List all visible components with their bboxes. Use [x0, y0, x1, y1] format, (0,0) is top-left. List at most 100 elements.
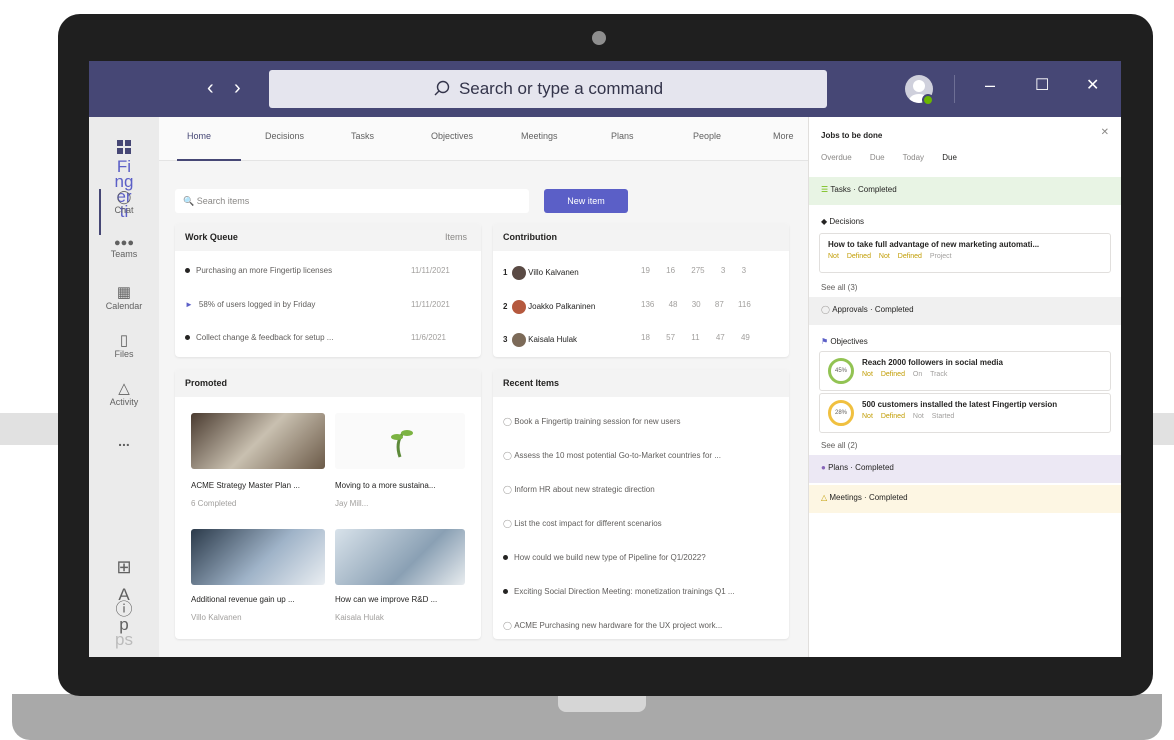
decisions-header[interactable]: ◆ Decisions: [809, 209, 1121, 234]
rail-label-apps[interactable]: Aⓘ p ps: [89, 586, 159, 648]
tab-tasks[interactable]: Tasks: [351, 131, 374, 141]
table-row-values: 18 57 11 47 49: [641, 333, 750, 342]
rail-label-calendar: Calendar: [105, 301, 143, 311]
search-items-input[interactable]: 🔍 Search items: [175, 189, 529, 213]
list-item[interactable]: ◯ List the cost impact for different sce…: [503, 519, 662, 528]
progress-ring: 45%: [828, 358, 854, 384]
approvals-completed-section[interactable]: ◯ Approvals · Completed: [809, 297, 1121, 325]
promoted-item-title[interactable]: How can we improve R&D ...: [335, 595, 437, 604]
plans-completed-section[interactable]: ● Plans · Completed: [809, 455, 1121, 483]
filter-overdue: Overdue: [821, 153, 852, 162]
meetings-completed-section[interactable]: △ Meetings · Completed: [809, 485, 1121, 513]
promoted-item-meta: Villo Kalvanen: [191, 613, 242, 622]
decision-title: How to take full advantage of new market…: [828, 240, 1040, 249]
laptop-notch: [558, 694, 646, 712]
promoted-item-title[interactable]: ACME Strategy Master Plan ...: [191, 481, 300, 490]
list-item[interactable]: ◯ Assess the 10 most potential Go-to-Mar…: [503, 451, 721, 460]
files-icon: ▯: [119, 332, 129, 349]
close-button[interactable]: ✕: [1086, 75, 1099, 95]
minimize-button[interactable]: –: [985, 75, 995, 96]
calendar-icon: ▦: [116, 284, 132, 301]
list-item[interactable]: How could we build new type of Pipeline …: [503, 553, 706, 562]
objective-title: 500 customers installed the latest Finge…: [862, 400, 1058, 409]
list-item[interactable]: Purchasing an more Fingertip licenses: [185, 266, 332, 275]
filter-due-today: Due Today: [869, 153, 925, 162]
table-row[interactable]: 1 Villo Kalvanen: [503, 266, 579, 280]
tab-people[interactable]: People: [693, 131, 721, 141]
tasks-completed-section[interactable]: ☰ Tasks · Completed: [809, 177, 1121, 205]
table-row[interactable]: 2 Joakko Palkaninen: [503, 300, 595, 314]
tab-meetings[interactable]: Meetings: [521, 131, 558, 141]
avatar: [511, 300, 526, 314]
objective-item[interactable]: 45% Reach 2000 followers in social media…: [819, 351, 1111, 391]
rail-item-calendar[interactable]: ▦ Calendar: [89, 283, 159, 311]
list-item[interactable]: ◯ ACME Purchasing new hardware for the U…: [503, 621, 722, 630]
tab-objectives[interactable]: Objectives: [431, 131, 473, 141]
maximize-button[interactable]: ☐: [1035, 75, 1049, 95]
search-icon: [434, 80, 450, 96]
objective-title: Reach 2000 followers in social media: [862, 358, 1003, 367]
recent-items-card: Recent Items ◯ Book a Fingertip training…: [493, 369, 789, 639]
tab-more[interactable]: More: [773, 131, 794, 141]
webcam: [592, 31, 606, 45]
bell-icon: △: [118, 380, 130, 397]
table-row-values: 136 48 30 87 116: [641, 300, 751, 309]
rail-label-teams: Teams: [110, 249, 138, 259]
fingertip-app-icon: [117, 140, 131, 154]
avatar: [511, 266, 526, 280]
promoted-image[interactable]: [191, 413, 325, 469]
filter-due: Due: [942, 153, 957, 162]
list-item-date: 11/6/2021: [411, 333, 446, 342]
chat-icon: ◯: [116, 189, 132, 204]
work-queue-filter[interactable]: Items: [445, 232, 467, 242]
search-items-placeholder: Search items: [196, 196, 250, 206]
objective-item[interactable]: 28% 500 customers installed the latest F…: [819, 393, 1111, 433]
rail-item-teams[interactable]: ●●● Teams: [89, 237, 159, 259]
back-button[interactable]: ‹: [207, 77, 214, 100]
rail-label-activity: Activity: [109, 397, 139, 407]
recent-items-title: Recent Items: [493, 369, 789, 397]
tab-plans[interactable]: Plans: [611, 131, 634, 141]
promoted-card: Promoted ACME Strategy Master Plan ... 6…: [175, 369, 481, 639]
rail-item-activity[interactable]: △ Activity: [89, 379, 159, 407]
tab-decisions[interactable]: Decisions: [265, 131, 304, 141]
title-bar: ‹ › Search or type a command – ☐ ✕: [89, 61, 1121, 117]
decision-item[interactable]: How to take full advantage of new market…: [819, 233, 1111, 273]
avatar: [511, 333, 526, 347]
rail-item-chat[interactable]: ◯ Chat: [89, 189, 159, 215]
promoted-image[interactable]: [191, 529, 325, 585]
rail-item-files[interactable]: ▯ Files: [89, 331, 159, 359]
divider: [954, 75, 955, 103]
list-item[interactable]: ► 58% of users logged in by Friday: [185, 300, 315, 309]
list-item[interactable]: ◯ Inform HR about new strategic directio…: [503, 485, 655, 494]
teams-icon: ●●●: [114, 237, 134, 249]
contribution-title: Contribution: [493, 223, 789, 251]
list-item[interactable]: Exciting Social Direction Meeting: monet…: [503, 587, 735, 596]
table-row-values: 19 16 275 3 3: [641, 266, 747, 275]
tab-bar: Home Decisions Tasks Objectives Meetings…: [159, 117, 809, 161]
promoted-item-title[interactable]: Moving to a more sustaina...: [335, 481, 436, 490]
jobs-panel: Jobs to be done ✕ Overdue Due Today Due …: [808, 117, 1121, 657]
rail-label-chat: Chat: [114, 205, 134, 215]
promoted-image[interactable]: [335, 413, 465, 469]
progress-ring: 28%: [828, 400, 854, 426]
close-icon[interactable]: ✕: [1101, 127, 1109, 138]
forward-button[interactable]: ›: [234, 77, 241, 100]
jobs-filters[interactable]: Overdue Due Today Due: [809, 145, 1121, 170]
tab-home[interactable]: Home: [187, 131, 211, 141]
command-search-box[interactable]: Search or type a command: [269, 70, 827, 108]
presence-available-icon: [922, 94, 934, 106]
promoted-item-meta: Kaisala Hulak: [335, 613, 384, 622]
promoted-image[interactable]: [335, 529, 465, 585]
table-row[interactable]: 3 Kaisala Hulak: [503, 333, 577, 347]
list-item[interactable]: ◯ Book a Fingertip training session for …: [503, 417, 681, 426]
list-item-date: 11/11/2021: [411, 266, 450, 275]
promoted-title: Promoted: [175, 369, 481, 397]
new-item-button[interactable]: New item: [544, 189, 628, 213]
list-item[interactable]: Collect change & feedback for setup ...: [185, 333, 333, 342]
contribution-card: Contribution 1 Villo Kalvanen 19 16 275 …: [493, 223, 789, 357]
promoted-item-title[interactable]: Additional revenue gain up ...: [191, 595, 295, 604]
more-apps-button[interactable]: ...: [89, 433, 159, 449]
apps-icon[interactable]: ⊞: [89, 557, 159, 578]
promoted-item-meta: Jay Mill...: [335, 499, 369, 508]
